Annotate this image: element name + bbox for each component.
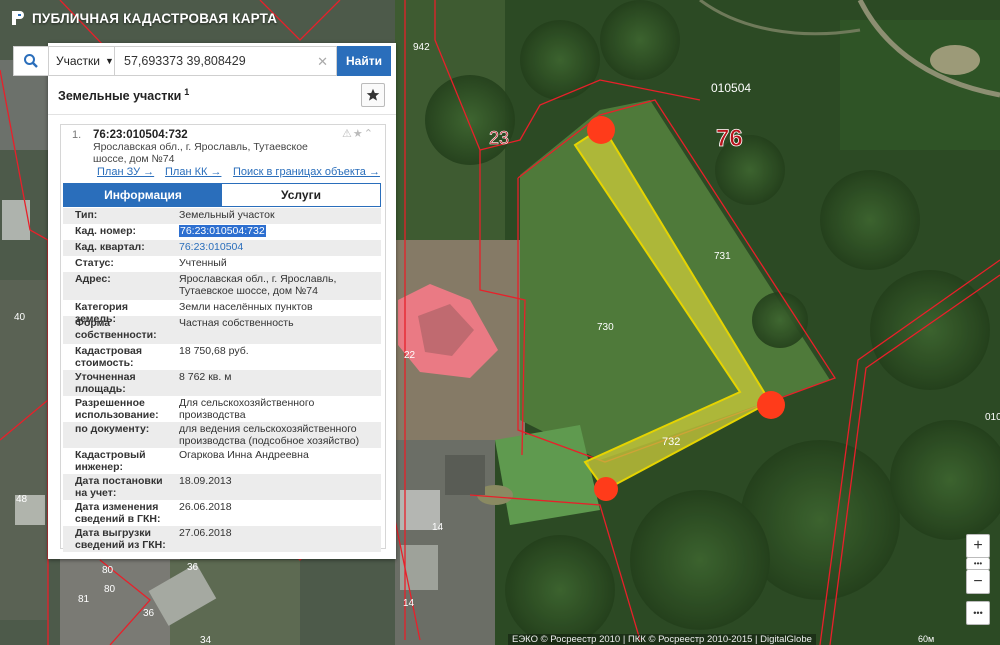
favorite-button[interactable]: [361, 83, 385, 107]
label-80a: 80: [102, 565, 114, 576]
zoom-in-button[interactable]: +: [966, 534, 990, 558]
zoom-out-button[interactable]: −: [966, 570, 990, 594]
map-scale: 60м: [918, 634, 935, 644]
parcel-index: 1.: [72, 129, 82, 141]
info-value: 8 762 кв. м: [179, 371, 232, 383]
clear-icon[interactable]: ✕: [317, 54, 328, 70]
app-title-text: ПУБЛИЧНАЯ КАДАСТРОВАЯ КАРТА: [32, 10, 278, 26]
info-key: Дата постановки на учет:: [75, 475, 163, 499]
link-plan-kk[interactable]: План КК →: [165, 166, 221, 178]
info-key: Адрес:: [75, 273, 111, 285]
label-lot-731: 731: [714, 251, 731, 262]
label-district-76: 76: [716, 125, 743, 152]
search-input[interactable]: 57,693373 39,808429 ✕: [115, 46, 337, 76]
label-81: 81: [78, 594, 90, 605]
info-key: Тип:: [75, 209, 98, 221]
info-key: Кад. квартал:: [75, 241, 145, 253]
vertex-marker: [757, 391, 785, 419]
star-outline-icon[interactable]: ★: [353, 128, 364, 140]
panel-title-text: Земельные участки: [58, 89, 182, 104]
info-key: Кад. номер:: [75, 225, 137, 237]
label-48: 48: [16, 494, 28, 505]
more-tools-button[interactable]: •••: [966, 601, 990, 625]
search-icon[interactable]: [13, 46, 49, 76]
label-40: 40: [14, 312, 26, 323]
label-14a: 14: [432, 522, 444, 533]
info-value: 26.06.2018: [179, 501, 232, 513]
label-36a: 36: [187, 562, 199, 573]
info-tabs: Информация Услуги: [63, 183, 381, 207]
search-bar: Участки ▼ 57,693373 39,808429 ✕ Найти: [13, 46, 391, 76]
label-22: 22: [404, 350, 416, 361]
tab-info[interactable]: Информация: [64, 184, 222, 206]
search-type-select[interactable]: Участки ▼: [49, 46, 115, 76]
link-search-bounds[interactable]: Поиск в границах объекта →: [233, 166, 380, 178]
info-value: Учтенный: [179, 257, 227, 269]
label-80b: 80: [104, 584, 116, 595]
collapse-icon[interactable]: ⌃: [364, 128, 374, 140]
map-attribution: ЕЭКО © Росреестр 2010 | ПКК © Росреестр …: [508, 634, 816, 645]
info-table: Тип: Земельный участок Кад. номер: 76:23:0…: [63, 208, 381, 552]
parcel-id[interactable]: 76:23:010504:732: [93, 129, 188, 141]
label-quarter: 010504: [711, 81, 751, 95]
info-value: 27.06.2018: [179, 527, 232, 539]
label-district-23: 23: [489, 128, 509, 148]
divider: [48, 114, 396, 115]
info-value: Частная собственность: [179, 317, 294, 329]
info-key: Разрешенное использование:: [75, 397, 159, 421]
info-key: Дата изменения сведений в ГКН:: [75, 501, 161, 525]
info-value: Ярославская обл., г. Ярославль, Тутаевск…: [179, 273, 337, 297]
result-count: 1: [184, 87, 190, 97]
info-value: 76:23:010504:732: [167, 225, 381, 238]
info-value: 18.09.2013: [179, 475, 232, 487]
vertex-marker: [594, 477, 618, 501]
info-value: Для сельскохозяйственного производства: [179, 397, 315, 421]
caret-down-icon: ▼: [105, 56, 114, 66]
label-14b: 14: [403, 598, 415, 609]
panel-title: Земельные участки 1: [58, 87, 189, 103]
warning-icon[interactable]: ⚠: [342, 128, 353, 140]
label-34: 34: [200, 635, 212, 645]
info-key: Уточненная площадь:: [75, 371, 136, 395]
rosreestr-logo-icon: [12, 11, 24, 25]
info-key: Категория земель:: [75, 301, 129, 325]
info-key: Форма собственности:: [75, 317, 157, 341]
info-key: Дата выгрузки сведений из ГКН:: [75, 527, 166, 551]
cadastral-number-value[interactable]: 76:23:010504:732: [179, 225, 266, 237]
star-icon: [366, 88, 380, 101]
search-query: 57,693373 39,808429: [124, 54, 246, 68]
find-button[interactable]: Найти: [337, 46, 391, 76]
label-lot-942: 942: [413, 42, 430, 53]
zoom-more-button[interactable]: •••: [966, 558, 990, 570]
info-key: Статус:: [75, 257, 114, 269]
label-36b: 36: [143, 608, 155, 619]
tab-services[interactable]: Услуги: [222, 184, 380, 206]
label-010: 010: [985, 412, 1000, 423]
info-key: Кадастровая стоимость:: [75, 345, 142, 369]
info-value: Земли населённых пунктов: [179, 301, 313, 313]
vertex-marker: [587, 116, 615, 144]
cadastral-quarter-link[interactable]: 76:23:010504: [167, 241, 381, 254]
info-value: Земельный участок: [179, 209, 275, 221]
app-title: ПУБЛИЧНАЯ КАДАСТРОВАЯ КАРТА: [10, 10, 277, 26]
info-value: для ведения сельскохозяйственного произв…: [179, 423, 360, 447]
info-key: по документу:: [75, 423, 150, 435]
info-value: Огаркова Инна Андреевна: [179, 449, 309, 461]
info-key: Кадастровый инженер:: [75, 449, 146, 473]
label-lot-730: 730: [597, 322, 614, 333]
card-tools: ⚠★⌃: [342, 127, 374, 140]
info-value: 18 750,68 руб.: [179, 345, 249, 357]
parcel-address: Ярославская обл., г. Ярославль, Тутаевск…: [93, 141, 308, 165]
search-type-label: Участки: [56, 54, 100, 68]
label-lot-732: 732: [662, 436, 680, 448]
link-plan-zu[interactable]: План ЗУ →: [97, 166, 154, 178]
